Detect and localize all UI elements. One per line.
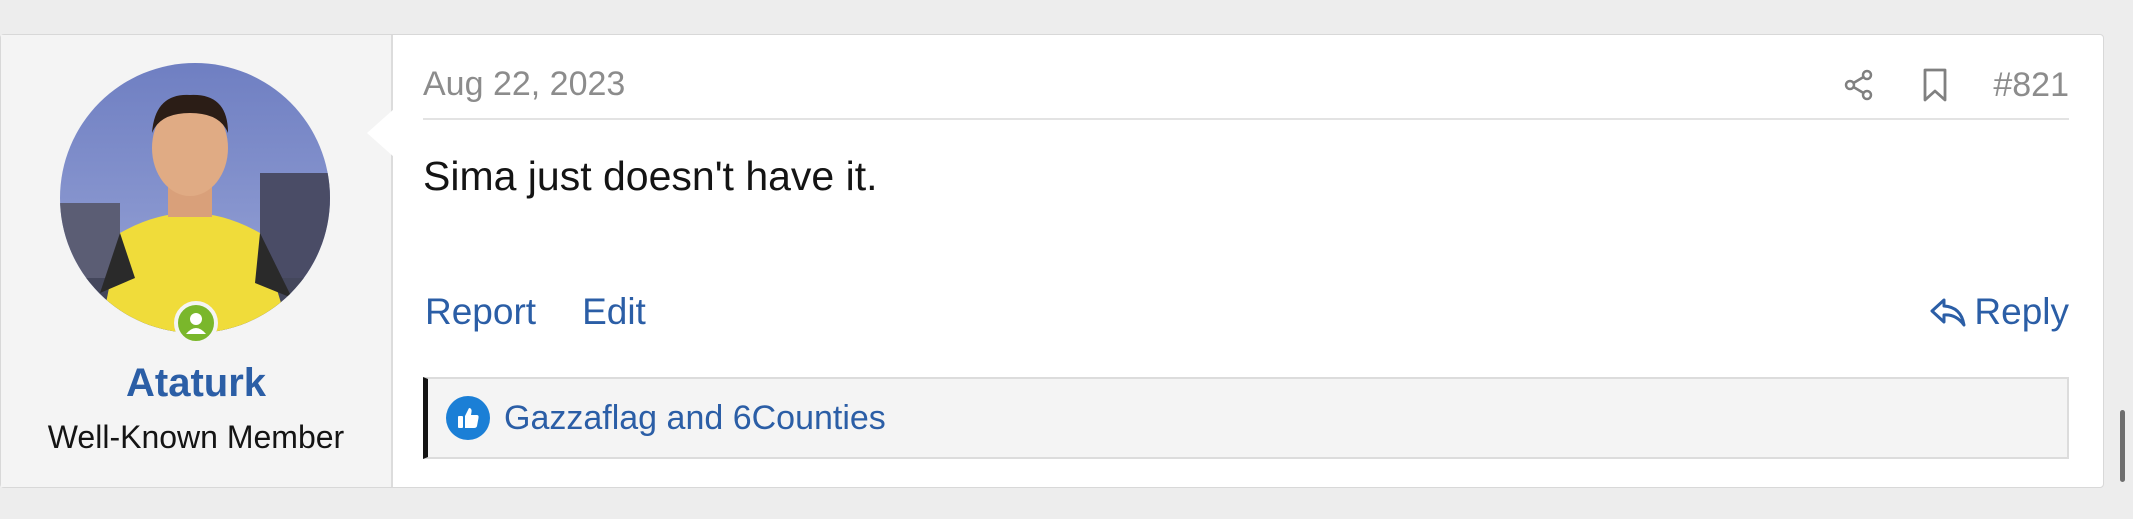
- post-main: Aug 22, 2023 #821 Sima just doesn't have…: [393, 35, 2103, 487]
- bookmark-icon[interactable]: [1915, 65, 1955, 105]
- username-link[interactable]: Ataturk: [1, 361, 391, 406]
- post-actions: Report Edit: [425, 291, 646, 333]
- post-number-link[interactable]: #821: [1993, 66, 2069, 105]
- avatar[interactable]: [60, 63, 330, 333]
- report-link[interactable]: Report: [425, 291, 536, 333]
- post-date[interactable]: Aug 22, 2023: [423, 65, 625, 104]
- reply-button[interactable]: Reply: [1928, 291, 2069, 333]
- reactions-bar: Gazzaflag and 6Counties: [423, 377, 2069, 459]
- avatar-image: [60, 63, 330, 333]
- user-title: Well-Known Member: [47, 419, 345, 455]
- reply-icon: [1930, 298, 1966, 327]
- user-online-icon: [174, 301, 218, 345]
- user-cell: Ataturk Well-Known Member: [1, 35, 393, 487]
- message-pointer-arrow: [367, 109, 394, 157]
- thumbs-up-icon: [446, 396, 490, 440]
- share-icon[interactable]: [1839, 65, 1879, 105]
- edit-link[interactable]: Edit: [582, 291, 646, 333]
- post-header-actions: #821: [1839, 63, 2069, 107]
- scrollbar-thumb[interactable]: [2120, 410, 2125, 482]
- post-container: Ataturk Well-Known Member Aug 22, 2023 #…: [0, 34, 2104, 488]
- reactions-link[interactable]: Gazzaflag and 6Counties: [504, 399, 886, 438]
- header-divider: [423, 118, 2069, 120]
- reply-label: Reply: [1974, 291, 2069, 332]
- post-message: Sima just doesn't have it.: [423, 153, 878, 199]
